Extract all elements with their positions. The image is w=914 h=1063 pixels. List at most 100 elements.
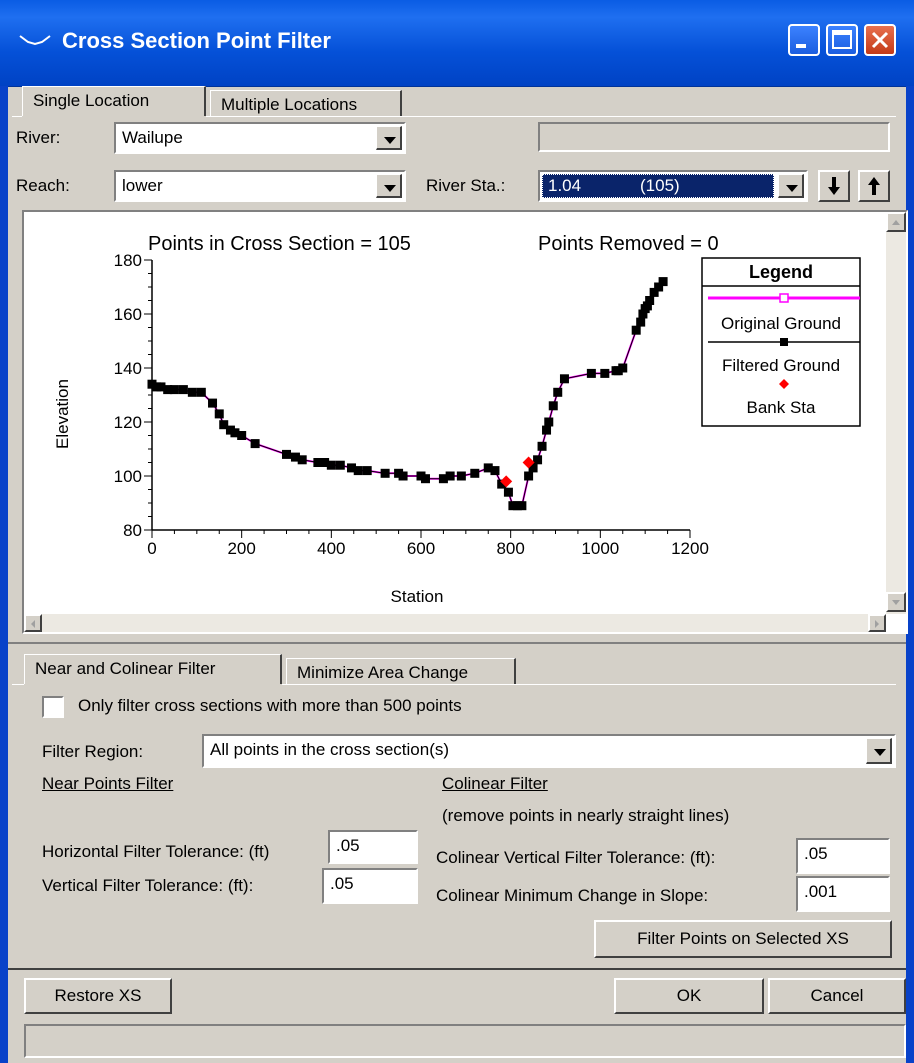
close-button[interactable] [864,24,896,56]
colinear-slope-input[interactable]: .001 [796,876,890,912]
only-filter-label: Only filter cross sections with more tha… [78,696,462,715]
tab-single-location-label: Single Location [33,91,150,110]
filter-points-button[interactable]: Filter Points on Selected XS [594,920,892,958]
horizontal-tolerance-value: .05 [336,836,360,855]
filter-points-label: Filter Points on Selected XS [637,929,849,948]
river-sta-label: River Sta.: [426,176,506,195]
filtered-ground-point [553,387,563,397]
legend-original-label: Original Ground [721,314,841,333]
filtered-ground-point [187,387,197,397]
chevron-down-icon[interactable] [778,174,804,198]
window-title: Cross Section Point Filter [62,28,331,53]
previous-station-button[interactable] [858,170,890,202]
reach-dropdown[interactable]: lower [114,170,406,202]
near-points-heading: Near Points Filter [42,774,174,793]
filtered-ground-point [380,468,390,478]
horizontal-tolerance-label: Horizontal Filter Tolerance: (ft) [42,842,270,861]
x-tick-label: 1200 [671,539,709,558]
river-sta-dropdown[interactable]: 1.04 (105) [538,170,808,202]
maximize-button[interactable] [826,24,858,56]
vertical-tolerance-label: Vertical Filter Tolerance: (ft): [42,876,254,895]
chart-title: Points in Cross Section = 105 [148,233,411,255]
filtered-ground-point [631,325,641,335]
filtered-ground-point [517,501,527,511]
filtered-ground-point [335,460,345,470]
horizontal-tolerance-input[interactable]: .05 [328,830,418,864]
filtered-ground-point [636,317,646,327]
vertical-scrollbar[interactable] [886,212,906,614]
chevron-down-icon[interactable] [376,174,402,198]
reach-value: lower [122,176,163,195]
colinear-vertical-value: .05 [804,844,828,863]
filtered-ground-point [537,441,547,451]
filter-region-value: All points in the cross section(s) [210,740,450,759]
ok-button[interactable]: OK [614,978,764,1014]
legend-bank-label: Bank Sta [747,398,817,417]
tab-divider [206,116,896,117]
filter-region-dropdown[interactable]: All points in the cross section(s) [202,734,896,768]
filtered-ground-point [586,368,596,378]
plot-axes: 80 100 120 140 160 180 0 200 400 600 800 1000 1200 [114,251,709,558]
tab-single-location[interactable]: Single Location [22,86,206,116]
river-dropdown[interactable]: Wailupe [114,122,406,154]
scroll-up-button[interactable] [886,212,906,232]
app-icon [19,35,51,46]
vertical-tolerance-value: .05 [330,874,354,893]
tab-multiple-locations[interactable]: Multiple Locations [210,90,402,116]
horizontal-scrollbar[interactable] [24,614,886,632]
filtered-ground-point [282,449,291,459]
colinear-vertical-input[interactable]: .05 [796,838,890,874]
scroll-right-button[interactable] [868,614,886,632]
filtered-ground-point [544,417,554,427]
filtered-ground-point [548,401,558,411]
filtered-ground-point [196,387,206,397]
colinear-slope-value: .001 [804,882,838,901]
cross-section-plot[interactable]: Points in Cross Section = 105 Points Rem… [24,212,884,616]
legend-title: Legend [749,262,813,282]
filtered-ground-point [445,471,455,481]
scroll-down-button[interactable] [886,592,906,612]
tab-near-colinear-label: Near and Colinear Filter [35,659,216,678]
only-filter-checkbox[interactable] [42,696,64,718]
filtered-ground-point [524,471,534,481]
y-axis-label: Elevation [53,379,72,449]
filtered-ground-point [178,385,188,395]
filtered-ground-point [237,431,247,440]
filtered-ground-point [169,385,179,395]
x-tick-label: 400 [317,539,345,558]
filtered-ground-point [353,466,363,476]
status-bar [24,1024,906,1058]
ok-label: OK [676,986,702,1005]
filtered-ground-point [250,439,260,449]
tab-minimize-area-change[interactable]: Minimize Area Change [286,658,516,684]
filtered-ground-point [297,455,307,465]
chevron-down-icon[interactable] [866,738,892,764]
filtered-ground-point [456,471,466,481]
filtered-ground-point [470,468,480,478]
description-field [538,122,890,152]
y-tick-label: 120 [114,413,142,432]
cancel-button[interactable]: Cancel [768,978,906,1014]
restore-xs-button[interactable]: Restore XS [24,978,172,1014]
filter-region-label: Filter Region: [42,742,144,761]
minimize-button[interactable] [788,24,820,56]
splitter[interactable] [8,642,906,644]
filtered-ground-point [618,363,628,373]
tab-near-colinear-filter[interactable]: Near and Colinear Filter [24,654,282,684]
y-tick-label: 180 [114,251,142,270]
filtered-ground-point [542,425,552,435]
x-tick-label: 600 [407,539,435,558]
river-sta-value: 1.04 [548,176,582,195]
chart-subtitle: Points Removed = 0 [538,233,719,255]
next-station-button[interactable] [818,170,850,202]
chevron-down-icon[interactable] [376,126,402,150]
legend-filtered-label: Filtered Ground [722,356,840,375]
scroll-left-button[interactable] [24,614,42,632]
filtered-ground-point [326,460,336,470]
river-label: River: [16,128,61,147]
plot-series [147,277,668,511]
vertical-tolerance-input[interactable]: .05 [322,868,418,904]
filtered-ground-point [362,466,372,476]
minimize-icon [790,26,818,54]
filtered-ground-point [533,455,543,465]
